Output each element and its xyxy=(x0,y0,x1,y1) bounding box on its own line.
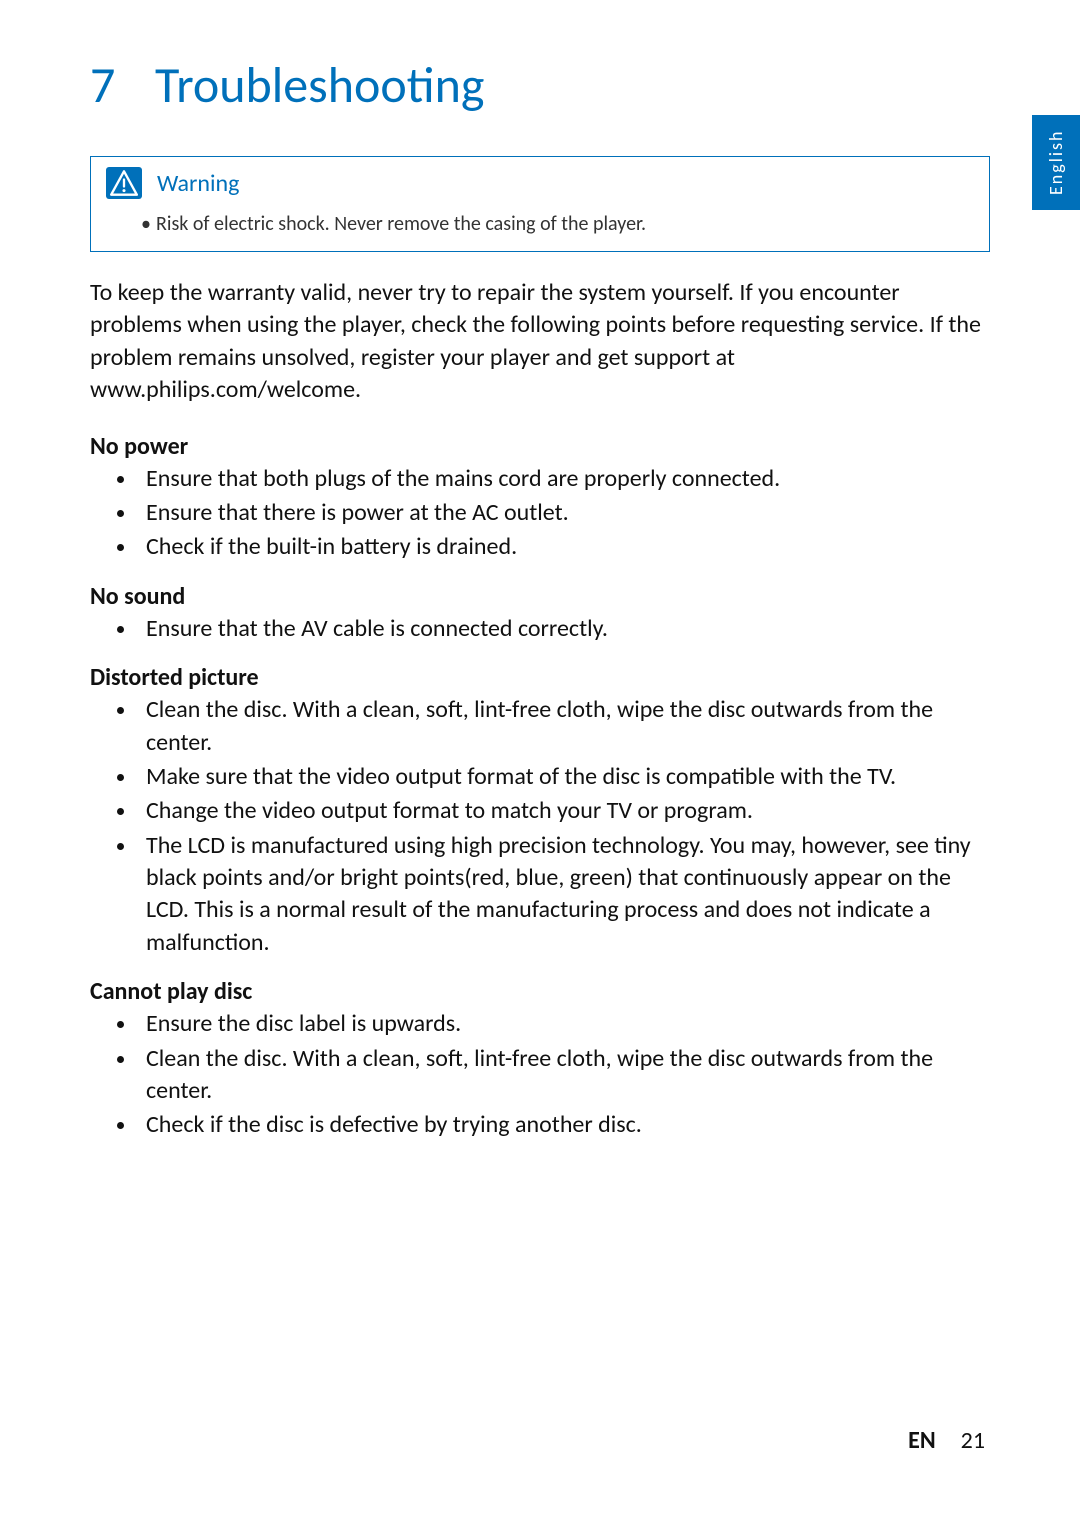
list-item: Check if the built-in battery is drained… xyxy=(138,531,990,563)
section: Distorted picture Clean the disc. With a… xyxy=(90,663,990,959)
list-item: Ensure that both plugs of the mains cord… xyxy=(138,463,990,495)
section: Cannot play disc Ensure the disc label i… xyxy=(90,977,990,1142)
section-title: Cannot play disc xyxy=(90,977,990,1006)
section: No power Ensure that both plugs of the m… xyxy=(90,432,990,564)
section-title: No sound xyxy=(90,582,990,611)
footer-page-number: 21 xyxy=(961,1426,985,1455)
list-item: Make sure that the video output format o… xyxy=(138,761,990,793)
list-item: Check if the disc is defective by trying… xyxy=(138,1109,990,1141)
warning-box: Warning •Risk of electric shock. Never r… xyxy=(90,156,990,252)
section-list: Ensure the disc label is upwards. Clean … xyxy=(90,1008,990,1142)
list-item: Clean the disc. With a clean, soft, lint… xyxy=(138,694,990,759)
section-list: Ensure that both plugs of the mains cord… xyxy=(90,463,990,564)
section-title: Distorted picture xyxy=(90,663,990,692)
list-item: Clean the disc. With a clean, soft, lint… xyxy=(138,1043,990,1108)
list-item: Ensure the disc label is upwards. xyxy=(138,1008,990,1040)
intro-paragraph: To keep the warranty valid, never try to… xyxy=(90,277,990,407)
chapter-title: Troubleshooting xyxy=(155,55,484,116)
section-list: Clean the disc. With a clean, soft, lint… xyxy=(90,694,990,959)
list-item: Change the video output format to match … xyxy=(138,795,990,827)
section: No sound Ensure that the AV cable is con… xyxy=(90,582,990,645)
list-item: The LCD is manufactured using high preci… xyxy=(138,830,990,960)
warning-label: Warning xyxy=(157,169,239,198)
warning-icon xyxy=(106,167,142,199)
page-footer: EN 21 xyxy=(908,1426,985,1455)
list-item: Ensure that there is power at the AC out… xyxy=(138,497,990,529)
chapter-number: 7 xyxy=(90,55,155,116)
section-list: Ensure that the AV cable is connected co… xyxy=(90,613,990,645)
warning-header: Warning xyxy=(91,157,989,207)
chapter-heading: 7Troubleshooting xyxy=(90,55,990,116)
footer-lang: EN xyxy=(908,1426,936,1455)
warning-body: •Risk of electric shock. Never remove th… xyxy=(91,207,989,251)
list-item: Ensure that the AV cable is connected co… xyxy=(138,613,990,645)
page-content: 7Troubleshooting Warning •Risk of electr… xyxy=(0,0,1080,1142)
section-title: No power xyxy=(90,432,990,461)
warning-text: Risk of electric shock. Never remove the… xyxy=(156,212,646,236)
